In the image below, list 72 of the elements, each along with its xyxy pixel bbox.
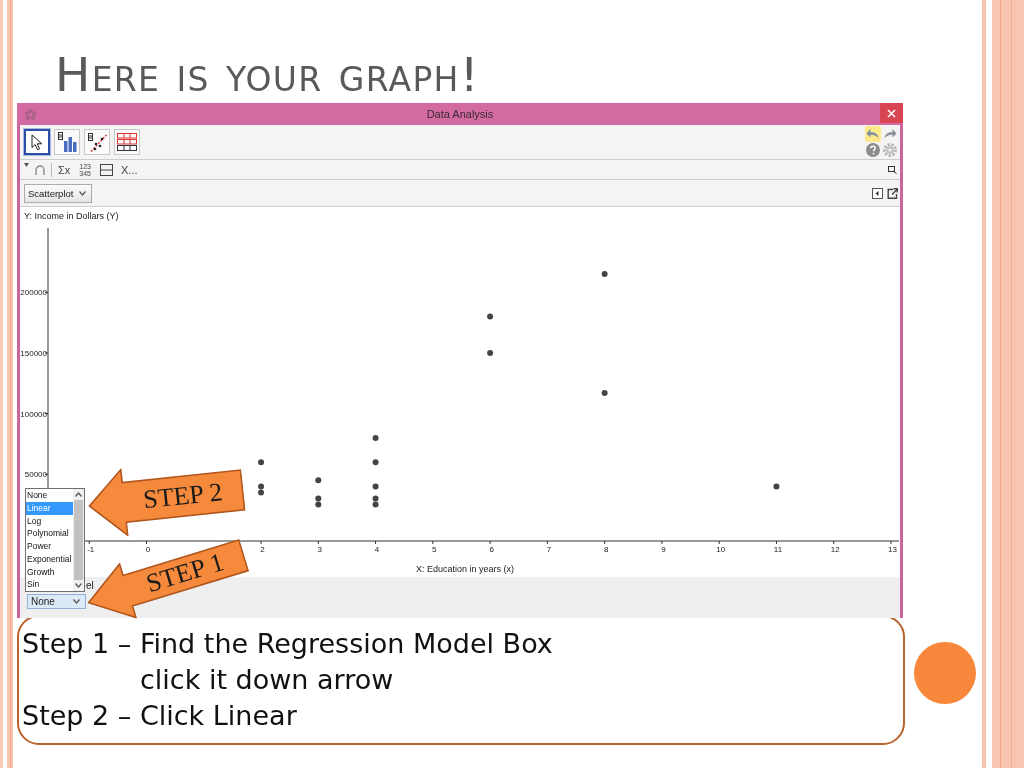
data-point	[372, 459, 379, 466]
tick-label: 150000	[20, 348, 47, 358]
scatter-plot-icon	[87, 132, 107, 152]
data-point	[372, 483, 379, 490]
window-title: Data Analysis	[426, 108, 494, 120]
data-point	[601, 271, 608, 278]
tick-label: 5	[432, 545, 437, 554]
down-caret-icon[interactable]	[75, 583, 82, 588]
instruction-text: Step 2 – Click Linear	[22, 699, 297, 733]
data-point	[773, 483, 780, 490]
instruction-text: Step 1 – Find the Regression Model Box	[22, 627, 553, 661]
tick-label: -1	[87, 545, 95, 554]
ring-icon	[25, 108, 36, 120]
tick-label: 100000	[20, 409, 47, 419]
tick-label: 50000	[24, 470, 47, 480]
tick-label: 200000	[20, 288, 47, 298]
scrollbar[interactable]	[73, 489, 84, 591]
tick-label: 11	[773, 545, 783, 554]
toolbar-button[interactable]: Σx	[56, 163, 73, 176]
scrollbar-thumb[interactable]	[74, 500, 83, 580]
grid-table-icon	[117, 133, 137, 151]
two-row-icon	[100, 163, 113, 176]
data-point	[601, 390, 608, 396]
axis-title: X: Education in years (x)	[416, 564, 514, 574]
dropdown-option[interactable]: Growth	[26, 565, 73, 579]
tick-label: 13	[888, 545, 897, 554]
field-label: el	[86, 579, 94, 593]
help-icon[interactable]	[866, 143, 880, 157]
close-icon	[887, 108, 896, 118]
tick-label: 10	[716, 545, 726, 554]
data-point	[315, 477, 322, 484]
bar-chart-icon	[57, 132, 77, 152]
toolbar-button[interactable]	[98, 163, 115, 176]
data-point	[487, 349, 494, 356]
triangle-box-icon[interactable]	[872, 187, 883, 199]
tick-label: 0	[145, 545, 151, 554]
instruction-text: click it down arrow	[140, 663, 394, 697]
regression-dropdown[interactable]: None	[27, 594, 86, 609]
caret-icon[interactable]	[24, 163, 29, 167]
step-label: STEP 2	[141, 478, 224, 513]
data-point	[372, 434, 379, 441]
data-point	[487, 313, 494, 320]
dropdown-option[interactable]: Power	[26, 540, 73, 553]
small-square-icon[interactable]	[888, 165, 897, 174]
redo-icon[interactable]	[883, 129, 897, 139]
tick-label: 2	[260, 545, 265, 554]
caret-icon	[79, 190, 86, 196]
tick-label: 6	[489, 545, 494, 554]
dropdown-option[interactable]: Polynomial	[26, 527, 73, 540]
undo-icon[interactable]	[865, 126, 881, 142]
plot-type-dropdown[interactable]: Scatterplot	[24, 183, 92, 203]
tick-label: 12	[830, 545, 840, 554]
external-link-icon[interactable]	[887, 187, 898, 199]
arc-icon	[35, 164, 45, 175]
dropdown-option[interactable]: None	[26, 489, 73, 502]
dropdown-option[interactable]: Exponential	[26, 552, 73, 566]
cursor-icon	[31, 133, 43, 151]
tick-label: 4	[374, 545, 380, 554]
tick-label: 9	[661, 545, 666, 554]
tool-button[interactable]	[24, 129, 50, 155]
data-point	[258, 459, 265, 466]
slide-title: Here is your graph!	[55, 51, 480, 98]
tick-label: 8	[603, 545, 609, 554]
dropdown-option[interactable]: Sin	[26, 578, 73, 591]
toolbar-button[interactable]: X...	[119, 163, 140, 176]
close-button[interactable]	[880, 103, 903, 123]
tick-label: 3	[317, 545, 323, 554]
tick-label: 7	[546, 545, 552, 554]
axis-title: Y: Income in Dollars (Y)	[24, 211, 119, 221]
dropdown-option[interactable]: Log	[26, 514, 73, 528]
caret-icon	[73, 599, 80, 604]
up-caret-icon[interactable]	[75, 492, 82, 497]
